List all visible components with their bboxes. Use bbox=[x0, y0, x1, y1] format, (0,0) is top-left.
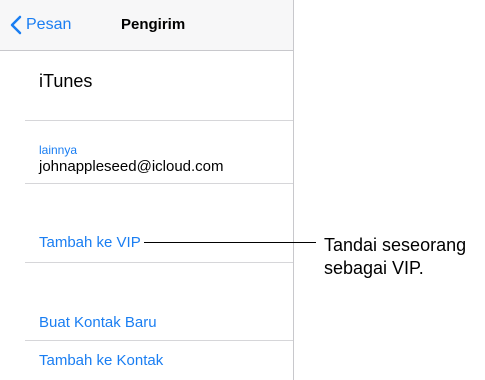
email-label: lainnya bbox=[39, 143, 78, 157]
chevron-left-icon bbox=[10, 15, 22, 35]
divider bbox=[25, 183, 293, 184]
back-label: Pesan bbox=[26, 16, 72, 33]
figure: Pesan Pengirim iTunes lainnya johnapples… bbox=[0, 0, 485, 380]
sender-screen: Pesan Pengirim iTunes lainnya johnapples… bbox=[0, 0, 294, 380]
add-to-contact-button[interactable]: Tambah ke Kontak bbox=[39, 352, 163, 369]
create-new-contact-button[interactable]: Buat Kontak Baru bbox=[39, 314, 157, 331]
page-title: Pengirim bbox=[121, 16, 186, 33]
divider bbox=[25, 262, 293, 263]
email-address[interactable]: johnappleseed@icloud.com bbox=[39, 158, 224, 175]
add-to-vip-button[interactable]: Tambah ke VIP bbox=[39, 234, 141, 251]
callout-line-2: sebagai VIP. bbox=[324, 258, 424, 278]
navigation-bar: Pesan Pengirim bbox=[0, 0, 293, 51]
back-button[interactable]: Pesan bbox=[10, 14, 71, 36]
callout-annotation: Tandai seseorang sebagai VIP. bbox=[324, 234, 482, 280]
divider bbox=[25, 120, 293, 121]
divider bbox=[25, 340, 293, 341]
callout-leader-line bbox=[144, 242, 316, 243]
callout-line-1: Tandai seseorang bbox=[324, 235, 467, 255]
sender-name: iTunes bbox=[39, 71, 93, 91]
